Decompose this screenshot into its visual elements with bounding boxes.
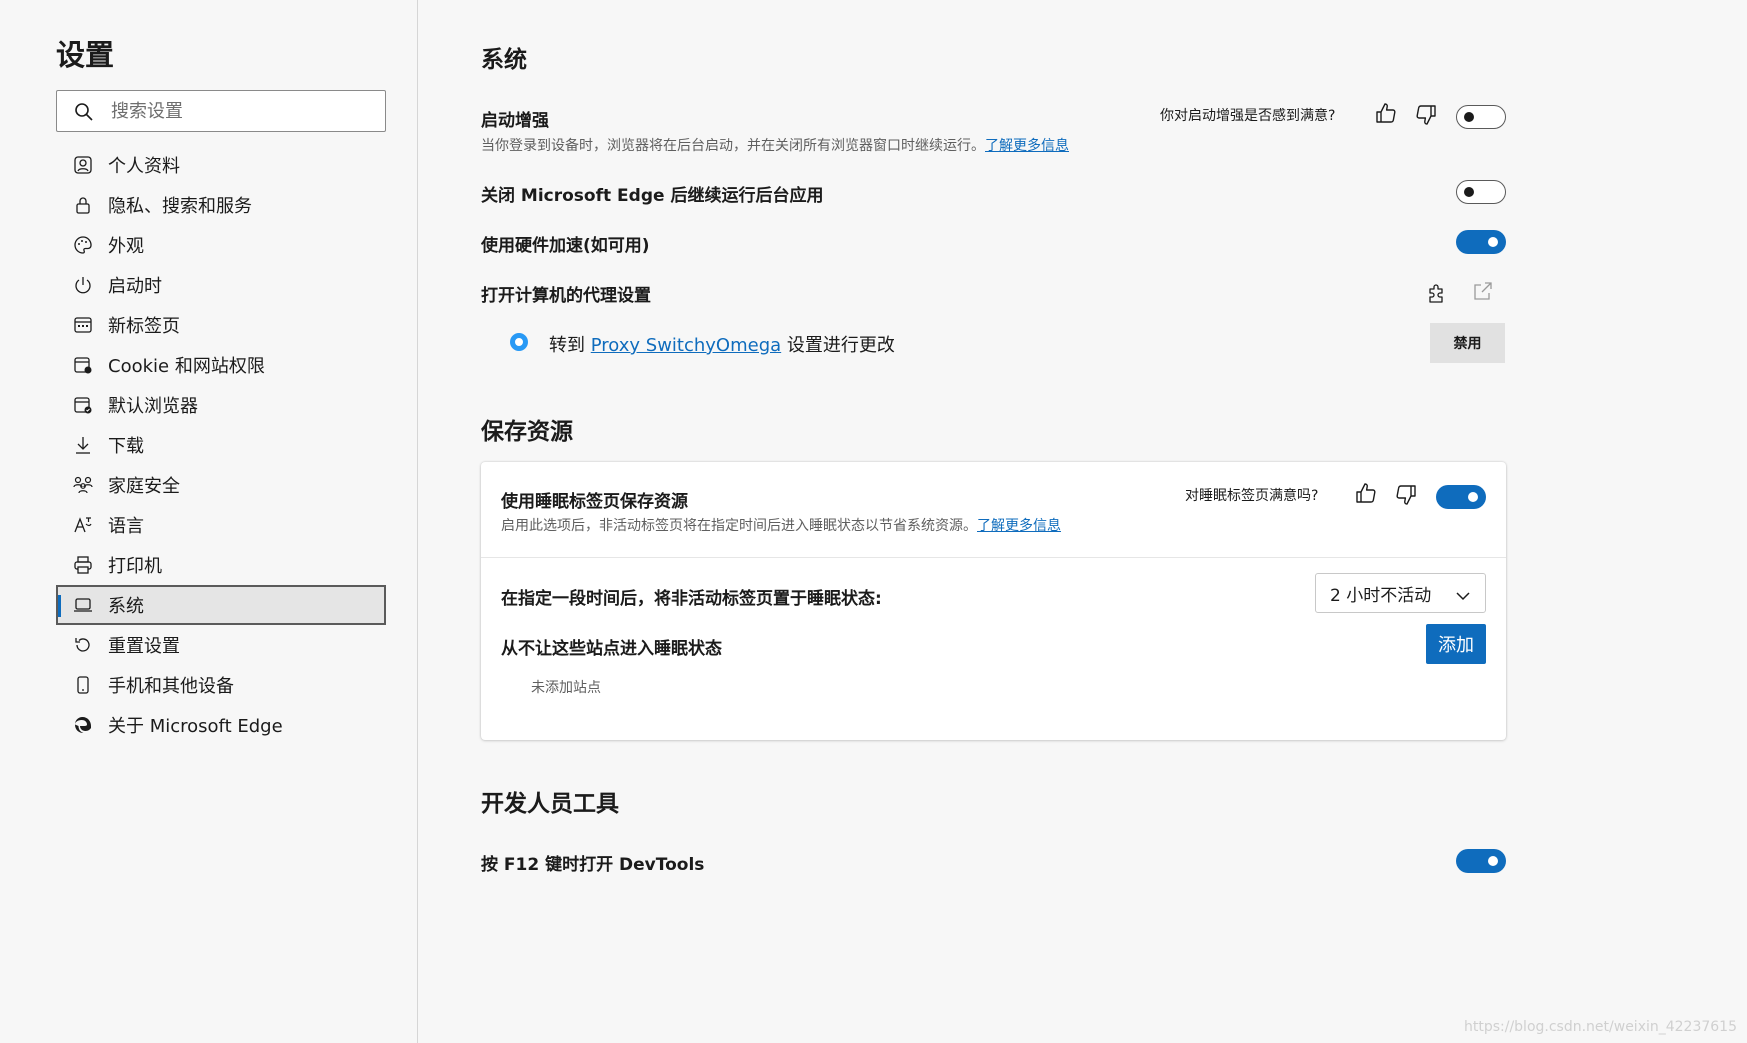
startup-boost-desc: 当你登录到设备时，浏览器将在后台启动，并在关闭所有浏览器窗口时继续运行。了解更多… (481, 135, 1069, 155)
add-site-button[interactable]: 添加 (1426, 624, 1486, 664)
sidebar-item-label: 新标签页 (108, 316, 180, 337)
sleeping-tabs-desc-text: 启用此选项后，非活动标签页将在指定时间后进入睡眠状态以节省系统资源。 (501, 518, 977, 534)
section-title-resources: 保存资源 (481, 419, 573, 445)
sidebar-item-label: 系统 (108, 596, 144, 617)
sidebar-item-new-tab[interactable]: 新标签页 (56, 305, 386, 345)
sleeping-tabs-learn-more-link[interactable]: 了解更多信息 (977, 518, 1061, 534)
hardware-accel-toggle[interactable] (1456, 230, 1506, 254)
sidebar-item-label: 语言 (108, 516, 144, 537)
proxy-suffix: 设置进行更改 (786, 335, 895, 356)
sidebar-item-system[interactable]: 系统 (56, 585, 386, 625)
new-tab-icon (72, 314, 94, 336)
section-title-devtools: 开发人员工具 (481, 791, 619, 817)
sidebar-item-label: 家庭安全 (108, 476, 180, 497)
sidebar-item-label: 启动时 (108, 276, 162, 297)
sleeping-tabs-toggle[interactable] (1436, 485, 1486, 509)
search-icon (74, 102, 94, 122)
thumbs-up-icon[interactable] (1354, 481, 1378, 505)
proxy-extension-link[interactable]: Proxy SwitchyOmega (591, 335, 781, 356)
default-browser-icon (72, 394, 94, 416)
sleeping-tabs-desc: 启用此选项后，非活动标签页将在指定时间后进入睡眠状态以节省系统资源。了解更多信息 (501, 515, 1061, 535)
sidebar-item-label: 下载 (108, 436, 144, 457)
family-icon (72, 474, 94, 496)
startup-boost-title: 启动增强 (481, 111, 549, 131)
sidebar-item-edge[interactable]: 关于 Microsoft Edge (56, 705, 386, 745)
devtools-f12-title: 按 F12 键时打开 DevTools (481, 855, 705, 875)
sidebar-item-label: 隐私、搜索和服务 (108, 196, 252, 217)
search-box[interactable] (56, 90, 386, 132)
card-divider (481, 557, 1506, 558)
download-icon (72, 434, 94, 456)
sidebar-item-download[interactable]: 下载 (56, 425, 386, 465)
sidebar: 设置 个人资料隐私、搜索和服务外观启动时新标签页 Cookie 和网站权限默认浏览… (0, 0, 418, 1043)
devtools-f12-toggle[interactable] (1456, 849, 1506, 873)
sidebar-item-label: Cookie 和网站权限 (108, 356, 265, 377)
sidebar-title: 设置 (56, 38, 115, 72)
sidebar-item-family[interactable]: 家庭安全 (56, 465, 386, 505)
system-icon (72, 594, 94, 616)
startup-boost-learn-more-link[interactable]: 了解更多信息 (985, 138, 1069, 154)
chevron-down-icon (1455, 587, 1471, 607)
sidebar-item-lock[interactable]: 隐私、搜索和服务 (56, 185, 386, 225)
sidebar-item-label: 关于 Microsoft Edge (108, 716, 283, 737)
thumbs-down-icon[interactable] (1394, 483, 1418, 507)
phone-icon (72, 674, 94, 696)
sidebar-item-label: 外观 (108, 236, 144, 257)
sidebar-item-site-permissions[interactable]: Cookie 和网站权限 (56, 345, 386, 385)
no-sites-text: 未添加站点 (531, 680, 601, 696)
sleep-timeout-label: 在指定一段时间后，将非活动标签页置于睡眠状态: (501, 589, 882, 609)
settings-nav: 个人资料隐私、搜索和服务 外观启动时新标签页 Cookie 和网站权限 默认浏览器下载… (56, 145, 386, 745)
sidebar-item-power[interactable]: 启动时 (56, 265, 386, 305)
sidebar-item-label: 个人资料 (108, 156, 180, 177)
sidebar-item-label: 打印机 (108, 556, 162, 577)
lock-icon (72, 194, 94, 216)
reset-icon (72, 634, 94, 656)
profile-icon (72, 154, 94, 176)
thumbs-up-icon[interactable] (1374, 101, 1398, 125)
sleeping-tabs-card: 使用睡眠标签页保存资源 启用此选项后，非活动标签页将在指定时间后进入睡眠状态以节… (481, 462, 1506, 740)
proxy-extension-text: 转到 Proxy SwitchyOmega 设置进行更改 (549, 331, 895, 357)
sidebar-item-label: 重置设置 (108, 636, 180, 657)
background-apps-toggle[interactable] (1456, 180, 1506, 204)
proxy-extension-radio (510, 333, 528, 351)
edge-icon (72, 714, 94, 736)
sidebar-item-label: 默认浏览器 (108, 396, 198, 417)
sidebar-item-profile[interactable]: 个人资料 (56, 145, 386, 185)
search-input[interactable] (111, 97, 371, 125)
sleeping-tabs-title: 使用睡眠标签页保存资源 (501, 492, 688, 512)
open-external-icon[interactable] (1471, 279, 1495, 303)
sleep-timeout-select[interactable]: 2 小时不活动 (1315, 573, 1486, 613)
sidebar-item-phone[interactable]: 手机和其他设备 (56, 665, 386, 705)
background-apps-title: 关闭 Microsoft Edge 后继续运行后台应用 (481, 186, 824, 206)
sidebar-item-printer[interactable]: 打印机 (56, 545, 386, 585)
never-sleep-label: 从不让这些站点进入睡眠状态 (501, 639, 722, 659)
site-permissions-icon (72, 354, 94, 376)
extension-puzzle-icon (1425, 283, 1449, 307)
sleep-timeout-value: 2 小时不活动 (1330, 585, 1432, 606)
watermark: https://blog.csdn.net/weixin_42237615 (1463, 1019, 1737, 1035)
section-title-system: 系统 (481, 47, 527, 73)
proxy-settings-title: 打开计算机的代理设置 (481, 286, 651, 306)
disable-extension-button[interactable]: 禁用 (1430, 323, 1505, 363)
startup-boost-feedback-question: 你对启动增强是否感到满意? (1160, 108, 1336, 124)
sidebar-item-reset[interactable]: 重置设置 (56, 625, 386, 665)
startup-boost-toggle[interactable] (1456, 105, 1506, 129)
sleeping-tabs-feedback-question: 对睡眠标签页满意吗? (1185, 488, 1319, 504)
proxy-prefix: 转到 (549, 335, 585, 356)
sidebar-item-palette[interactable]: 外观 (56, 225, 386, 265)
palette-icon (72, 234, 94, 256)
language-icon (72, 514, 94, 536)
sidebar-item-label: 手机和其他设备 (108, 676, 234, 697)
printer-icon (72, 554, 94, 576)
startup-boost-desc-text: 当你登录到设备时，浏览器将在后台启动，并在关闭所有浏览器窗口时继续运行。 (481, 138, 985, 154)
sidebar-item-language[interactable]: 语言 (56, 505, 386, 545)
sidebar-item-default-browser[interactable]: 默认浏览器 (56, 385, 386, 425)
thumbs-down-icon[interactable] (1414, 103, 1438, 127)
hardware-accel-title: 使用硬件加速(如可用) (481, 236, 650, 256)
power-icon (72, 274, 94, 296)
